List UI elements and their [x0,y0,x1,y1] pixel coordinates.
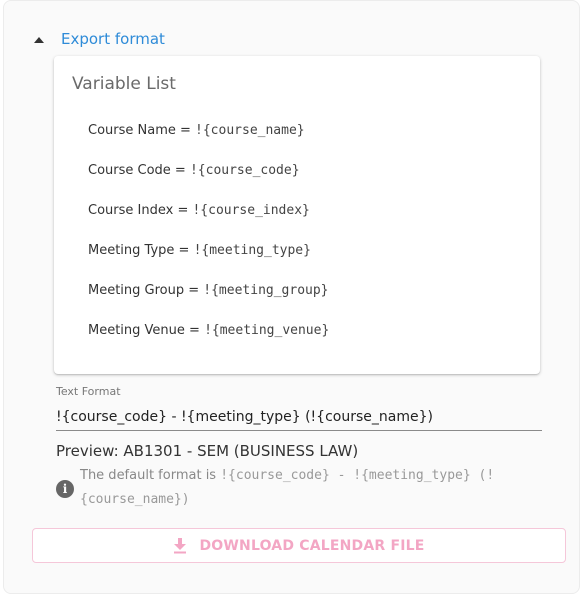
variable-course-code: Course Code = !{course_code} [88,163,300,178]
caret-up-icon [34,36,44,43]
download-label: DOWNLOAD CALENDAR FILE [199,537,425,554]
variable-course-name: Course Name = !{course_name} [88,123,305,138]
variable-label: Meeting Group = [88,283,204,298]
variable-code: !{meeting_venue} [204,323,330,338]
variable-code: !{course_code} [189,163,300,178]
variable-meeting-venue: Meeting Venue = !{meeting_venue} [88,323,329,338]
variable-code: !{meeting_type} [193,243,311,258]
text-format-input[interactable] [56,403,542,431]
info-icon: i [56,480,74,498]
download-calendar-button[interactable]: DOWNLOAD CALENDAR FILE [32,528,566,563]
text-format-label: Text Format [56,385,121,398]
variable-code: !{meeting_group} [203,283,329,298]
variable-label: Course Name = [88,123,196,138]
variable-code: !{course_index} [192,203,310,218]
export-panel: Export format Variable List Course Name … [3,0,580,594]
export-format-toggle[interactable]: Export format [34,30,165,48]
variable-label: Course Code = [88,163,190,178]
hint-prefix: The default format is [80,468,221,483]
variable-label: Course Index = [88,203,193,218]
default-format-hint: The default format is !{course_code} - !… [80,464,540,512]
variable-meeting-type: Meeting Type = !{meeting_type} [88,243,311,258]
variable-meeting-group: Meeting Group = !{meeting_group} [88,283,329,298]
variable-label: Meeting Venue = [88,323,205,338]
variable-list-card: Variable List Course Name = !{course_nam… [54,56,540,374]
variable-list-title: Variable List [72,74,176,94]
variable-course-index: Course Index = !{course_index} [88,203,310,218]
export-format-label: Export format [61,30,165,48]
preview-text: Preview: AB1301 - SEM (BUSINESS LAW) [56,442,359,460]
variable-code: !{course_name} [195,123,305,138]
variable-label: Meeting Type = [88,243,194,258]
download-icon [174,537,187,553]
